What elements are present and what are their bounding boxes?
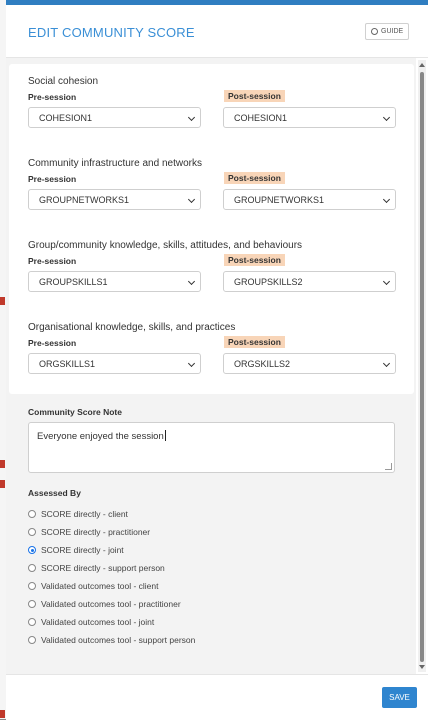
community-score-note-textarea[interactable]: Everyone enjoyed the session: [28, 422, 395, 473]
select-value: GROUPSKILLS1: [39, 277, 108, 287]
chevron-down-icon: [187, 359, 196, 368]
post-session-select[interactable]: ORGSKILLS2: [223, 353, 396, 374]
pre-session-select[interactable]: GROUPNETWORKS1: [28, 189, 201, 210]
modal-footer: SAVE: [6, 674, 428, 720]
pre-session-label: Pre-session: [28, 338, 77, 348]
text-caret: [164, 430, 166, 441]
radio-label: Validated outcomes tool - practitioner: [41, 599, 181, 609]
modal-header: EDIT COMMUNITY SCORE GUIDE: [6, 5, 428, 58]
post-session-label: Post-session: [224, 172, 285, 184]
radio-button[interactable]: [28, 528, 36, 536]
section-title: Social cohesion: [28, 76, 99, 87]
radio-option-selected[interactable]: SCORE directly - joint: [28, 545, 124, 555]
radio-label: SCORE directly - practitioner: [41, 527, 151, 537]
section-title: Organisational knowledge, skills, and pr…: [28, 322, 236, 333]
post-session-label: Post-session: [224, 90, 285, 102]
post-session-label: Post-session: [224, 336, 285, 348]
radio-option[interactable]: Validated outcomes tool - practitioner: [28, 599, 181, 609]
scroll-down-arrow-icon[interactable]: [419, 665, 425, 669]
modal-body[interactable]: Social cohesion Pre-session Post-session…: [6, 58, 416, 674]
pre-session-label: Pre-session: [28, 256, 77, 266]
pre-session-label: Pre-session: [28, 174, 77, 184]
section-title: Group/community knowledge, skills, attit…: [28, 240, 303, 251]
radio-label: SCORE directly - support person: [41, 563, 165, 573]
background-marker: [0, 710, 5, 718]
note-text: Everyone enjoyed the session: [37, 431, 164, 442]
select-value: GROUPNETWORKS1: [39, 195, 130, 205]
modal-title: EDIT COMMUNITY SCORE: [28, 25, 195, 40]
radio-button[interactable]: [28, 510, 36, 518]
resize-handle-icon[interactable]: [385, 463, 392, 470]
radio-option[interactable]: SCORE directly - support person: [28, 563, 165, 573]
select-value: GROUPSKILLS2: [234, 277, 303, 287]
pre-session-label: Pre-session: [28, 92, 77, 102]
chevron-down-icon: [382, 277, 391, 286]
background-marker: [0, 297, 5, 305]
select-value: ORGSKILLS1: [39, 359, 96, 369]
radio-button[interactable]: [28, 582, 36, 590]
vertical-scrollbar[interactable]: [418, 60, 426, 672]
pre-session-select[interactable]: COHESION1: [28, 107, 201, 128]
post-session-select[interactable]: GROUPNETWORKS1: [223, 189, 396, 210]
radio-option[interactable]: SCORE directly - practitioner: [28, 527, 150, 537]
pre-session-select[interactable]: GROUPSKILLS1: [28, 271, 201, 292]
post-session-select[interactable]: COHESION1: [223, 107, 396, 128]
radio-button[interactable]: [28, 564, 36, 572]
radio-option[interactable]: Validated outcomes tool - support person: [28, 635, 195, 645]
select-value: ORGSKILLS2: [234, 359, 291, 369]
radio-option[interactable]: Validated outcomes tool - joint: [28, 617, 154, 627]
select-value: COHESION1: [234, 113, 288, 123]
chevron-down-icon: [187, 195, 196, 204]
guide-button[interactable]: GUIDE: [365, 23, 410, 40]
post-session-label: Post-session: [224, 254, 285, 266]
scrollbar-thumb[interactable]: [420, 72, 424, 662]
radio-label: Validated outcomes tool - support person: [41, 635, 196, 645]
section-title: Community infrastructure and networks: [28, 158, 202, 169]
chevron-down-icon: [382, 113, 391, 122]
radio-button[interactable]: [28, 636, 36, 644]
radio-button-checked[interactable]: [28, 546, 36, 554]
scroll-up-arrow-icon[interactable]: [419, 63, 425, 67]
radio-option[interactable]: SCORE directly - client: [28, 509, 128, 519]
post-session-select[interactable]: GROUPSKILLS2: [223, 271, 396, 292]
radio-label: SCORE directly - client: [41, 509, 128, 519]
save-button[interactable]: SAVE: [382, 687, 417, 708]
radio-option[interactable]: Validated outcomes tool - client: [28, 581, 159, 591]
score-card: Social cohesion Pre-session Post-session…: [9, 64, 414, 394]
radio-label: SCORE directly - joint: [41, 545, 124, 555]
radio-button[interactable]: [28, 618, 36, 626]
chevron-down-icon: [382, 195, 391, 204]
pre-session-select[interactable]: ORGSKILLS1: [28, 353, 201, 374]
edit-community-score-modal: EDIT COMMUNITY SCORE GUIDE Social cohesi…: [6, 5, 428, 720]
select-value: GROUPNETWORKS1: [234, 195, 325, 205]
chevron-down-icon: [187, 277, 196, 286]
background-marker: [0, 460, 5, 468]
community-score-note-label: Community Score Note: [28, 407, 122, 417]
select-value: COHESION1: [39, 113, 93, 123]
radio-label: Validated outcomes tool - client: [41, 581, 159, 591]
chevron-down-icon: [382, 359, 391, 368]
assessed-by-label: Assessed By: [28, 488, 81, 498]
guide-label: GUIDE: [381, 28, 404, 35]
background-marker: [0, 480, 5, 488]
radio-label: Validated outcomes tool - joint: [41, 617, 155, 627]
chevron-down-icon: [187, 113, 196, 122]
help-circle-icon: [371, 28, 378, 35]
radio-button[interactable]: [28, 600, 36, 608]
